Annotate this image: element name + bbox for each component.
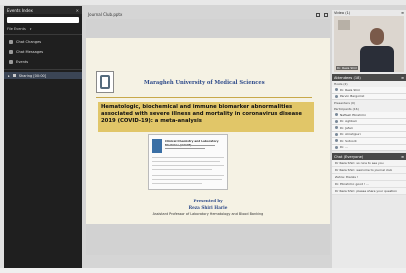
document-icon (9, 40, 13, 44)
divider (96, 97, 312, 98)
right-panel: Video (1) ≡ Dr. Reza Shiri Attendees (18… (332, 10, 406, 268)
event-item-label: Chat Changes (16, 40, 42, 44)
user-icon (335, 126, 338, 130)
paper-line (152, 161, 220, 162)
user-icon (335, 113, 338, 117)
screen-share-icon (12, 74, 16, 77)
presented-by: Presented by (193, 198, 223, 203)
paper-line (165, 148, 205, 149)
video-feed[interactable]: Dr. Reza Shiri (334, 16, 404, 72)
attendee-name: Dr. Reza Shiri (340, 87, 361, 92)
slide-title-text: Hematologic, biochemical and immune biom… (101, 104, 302, 124)
top-border (0, 0, 406, 5)
participants-label: Participants (16) (334, 107, 359, 111)
university-name: Maragheh University of Medical Sciences (144, 80, 265, 86)
menu-icon[interactable]: ≡ (401, 11, 404, 15)
user-icon (335, 139, 338, 143)
paper-line (152, 157, 224, 158)
person-body (360, 46, 394, 72)
event-item-label: Chat Messages (16, 50, 44, 54)
stage-title: Journal Club.pptx (88, 12, 123, 17)
user-icon (335, 88, 338, 92)
chat-message: Zahra: thanks ! (332, 174, 406, 181)
event-item-events[interactable]: Events (4, 57, 82, 67)
presenters-label: Presenters (0) (334, 101, 356, 105)
chat-scope: (Everyone) (343, 154, 364, 159)
attendee-name: Dr. Jafari (340, 125, 353, 130)
chevron-right-icon: ▸ (8, 73, 10, 78)
bottom-border (0, 268, 406, 273)
attendees-header[interactable]: Attendees (18) ≡ (332, 74, 406, 81)
chat-message: Dr Reza Shiri: please share your questio… (332, 188, 406, 195)
file-events-label: File Events (7, 26, 26, 31)
chevron-down-icon: ▾ (29, 26, 32, 31)
paper-line (152, 169, 212, 170)
paper-line (165, 145, 215, 146)
paper-line (152, 183, 202, 184)
paper-line (152, 165, 224, 166)
attendees-label: Attendees (334, 75, 353, 80)
user-icon (335, 119, 338, 123)
presenter-role: Assistant Professor of Laboratory Hemato… (152, 212, 264, 216)
attendee-row[interactable]: Dr. ... (332, 144, 406, 151)
fullscreen-icon[interactable] (316, 12, 320, 17)
hosts-label: Hosts (2) (334, 82, 348, 86)
message-icon (9, 50, 13, 54)
user-icon (335, 145, 338, 149)
stage-header: Journal Club.pptx (86, 11, 330, 18)
attendees-count: (18) (353, 75, 361, 80)
chat-message: Dr Reza Shiri: welcome to journal club (332, 167, 406, 174)
wall-frame (338, 20, 350, 30)
events-panel-header: Events Index ✕ (4, 6, 82, 14)
chat-header[interactable]: Chat (Everyone) ≡ (332, 153, 406, 160)
search-input[interactable] (7, 17, 79, 23)
divider (4, 34, 82, 35)
presenter-name: Reza Shiri Harie (188, 205, 228, 210)
file-events-filter[interactable]: File Events ▾ (4, 25, 82, 32)
app-window: Events Index ✕ File Events ▾ Chat Change… (0, 0, 406, 273)
slide-title: Hematologic, biochemical and immune biom… (98, 102, 314, 132)
menu-icon[interactable]: ≡ (401, 76, 404, 80)
attendee-name: Dr. Sotoodi (340, 138, 357, 143)
events-panel-title: Events Index (7, 7, 33, 13)
video-name: Dr. Reza Shiri (336, 66, 359, 70)
events-panel: Events Index ✕ File Events ▾ Chat Change… (4, 6, 82, 268)
options-icon[interactable] (324, 12, 328, 17)
attendee-name: Dr. Alirahjpuri (340, 132, 361, 137)
chat-message: Dr Reza Shiri: so nice to see you (332, 160, 406, 167)
chat-message: Dr. Ebrahimi: good ! ... (332, 181, 406, 188)
sharing-label: Sharing [00:00] (18, 73, 47, 78)
paper-line (152, 175, 224, 176)
paper-thumbnail: Clinical Chemistry and Laboratory Medici… (148, 134, 228, 190)
people-icon (9, 60, 13, 64)
event-item-chat-messages[interactable]: Chat Messages (4, 47, 82, 57)
menu-icon[interactable]: ≡ (401, 155, 404, 159)
user-icon (335, 94, 338, 98)
chat-label: Chat (334, 154, 343, 159)
event-item-label: Events (16, 60, 29, 64)
attendee-name: Dr. ... (340, 145, 349, 150)
presentation-slide: Maragheh University of Medical Sciences … (86, 38, 330, 224)
attendee-name: Parvin Bargomzi (340, 94, 365, 99)
video-count: (1) (345, 11, 351, 15)
divider (4, 69, 82, 70)
university-logo (96, 71, 114, 93)
attendee-name: Nafiseh Ebrahimi (340, 112, 366, 117)
paper-line (152, 179, 222, 180)
close-icon[interactable]: ✕ (76, 8, 79, 13)
user-icon (335, 132, 338, 136)
video-label: Video (334, 11, 345, 15)
attendee-name: Dr. Aghbari (340, 119, 357, 124)
journal-cover (152, 139, 162, 153)
person-head (370, 28, 384, 45)
sharing-item[interactable]: ▸ Sharing [00:00] (4, 72, 82, 79)
event-item-chat-changes[interactable]: Chat Changes (4, 37, 82, 47)
